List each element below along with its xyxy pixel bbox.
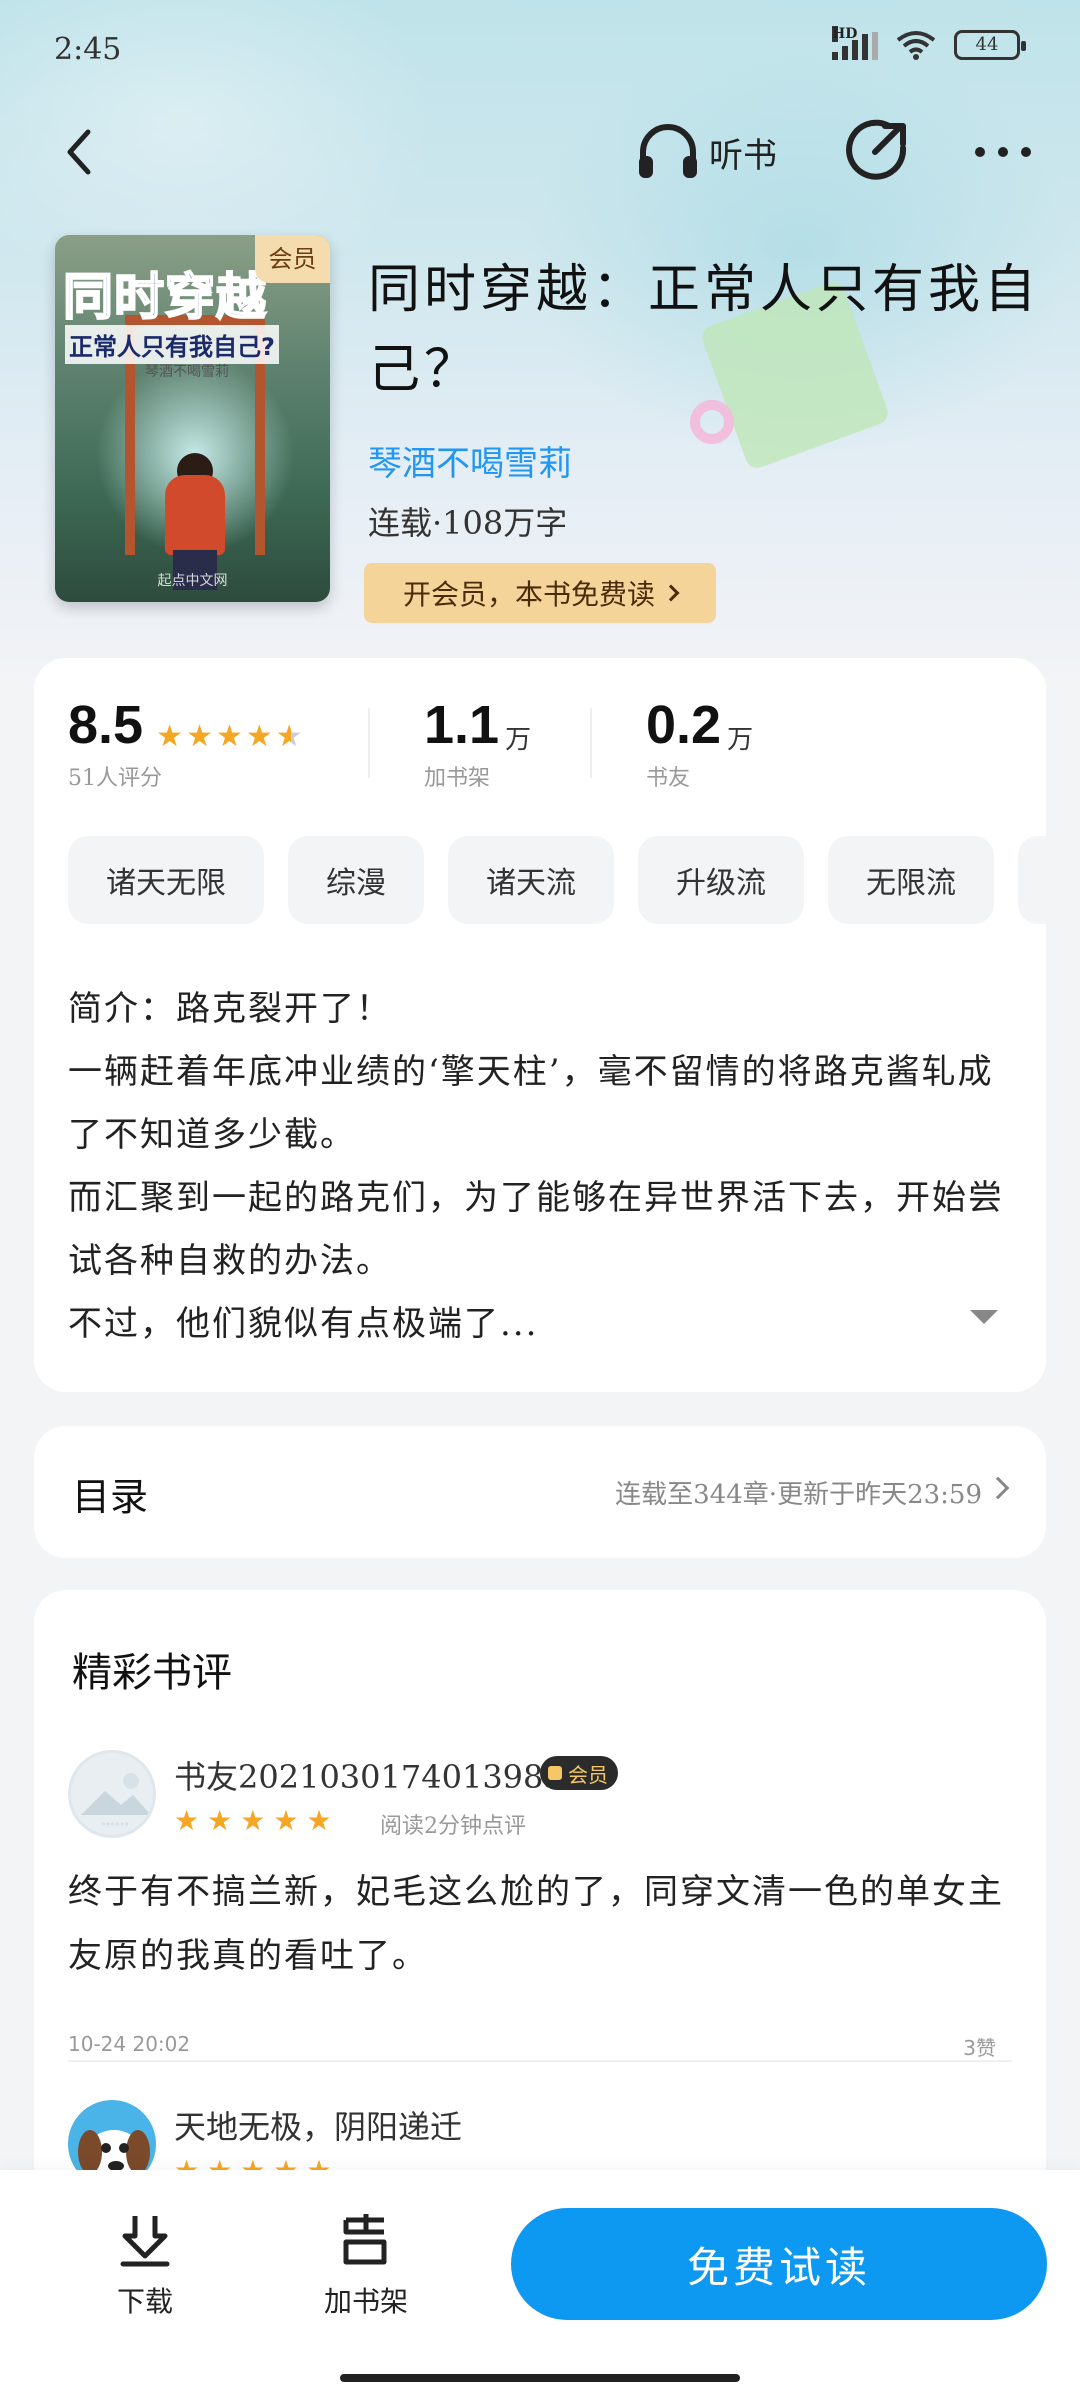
home-indicator[interactable] [340, 2374, 740, 2382]
cover-figure [165, 475, 225, 555]
review-read-time: 阅读2分钟点评 [380, 1814, 526, 1839]
reviewer-name[interactable]: 天地无极，阴阳递迁 [174, 2102, 462, 2148]
star-icon: ★ [156, 719, 184, 754]
tag-chip[interactable]: 无限流 [828, 836, 994, 924]
intro-line: 一辆赶着年底冲业绩的‘擎天柱’，毫不留情的将路克酱轧成了不知道多少截。 [68, 1052, 994, 1155]
stats-row: 8.5 ★ ★ ★ ★ ★ 51人评分 1.1 万 加书架 0.2 万 书友 [68, 694, 1008, 794]
fans-count: 0.2 [646, 695, 722, 755]
shelf-label: 加书架 [424, 766, 491, 791]
vip-free-read-button[interactable]: 开会员，本书免费读 [364, 563, 716, 623]
star-icon: ★ [273, 1804, 299, 1837]
shelf-unit: 万 [505, 725, 532, 755]
free-read-button[interactable]: 免费试读 [511, 2208, 1047, 2320]
status-time: 2:45 [54, 32, 122, 67]
default-avatar-icon: ◦◦◦◦◦◦ [81, 1773, 151, 1829]
intro-line: 简介：路克裂开了！ [68, 989, 392, 1029]
avatar[interactable]: ◦◦◦◦◦◦ [68, 1750, 156, 1838]
listen-label: 听书 [709, 135, 777, 176]
download-label: 下载 [116, 2285, 173, 2318]
add-shelf-button[interactable]: 加书架 [316, 2210, 416, 2330]
cover-subtitle: 正常人只有我自己? [65, 325, 279, 364]
star-icon: ★ [240, 1804, 266, 1837]
tag-chip[interactable]: 诸天无限 [68, 836, 264, 924]
like-count[interactable]: 3赞 [963, 2032, 996, 2061]
half-star-icon: ★ [275, 719, 303, 754]
book-intro[interactable]: 简介：路克裂开了！ 一辆赶着年底冲业绩的‘擎天柱’，毫不留情的将路克酱轧成了不知… [68, 978, 1018, 1356]
intro-line: 而汇聚到一起的路克们，为了能够在异世界活下去，开始尝试各种自救的办法。 [68, 1178, 1004, 1281]
divider [68, 2060, 1012, 2062]
star-icon: ★ [215, 719, 243, 754]
more-icon[interactable] [970, 122, 1036, 182]
tag-chip[interactable]: 诸天流 [448, 836, 614, 924]
reviewer-name[interactable]: 书友20210301740139831б [174, 1752, 603, 1798]
toc-update-info: 连载至344章·更新于昨天23:59 [615, 1480, 982, 1510]
star-icon: ★ [186, 719, 213, 754]
vip-badge: 会员 [255, 235, 330, 283]
rating-stars: ★ ★ ★ ★ ★ [156, 722, 303, 752]
chevron-right-icon [986, 1476, 1010, 1500]
book-title: 同时穿越：正常人只有我自己？ [368, 260, 1041, 400]
free-read-label: 免费试读 [686, 2242, 871, 2292]
reviews-title: 精彩书评 [72, 1650, 232, 1696]
status-icons: HD 44 [832, 26, 1026, 60]
top-bar: 听书 [0, 100, 1080, 200]
chevron-right-icon [662, 584, 680, 602]
listen-button[interactable]: 听书 [635, 122, 777, 182]
back-icon[interactable] [52, 122, 112, 182]
review-item[interactable]: ◦◦◦◦◦◦ 书友20210301740139831б 会员 ★ ★ ★ ★ ★… [68, 1750, 1012, 2060]
star-icon: ★ [174, 1804, 200, 1837]
star-icon: ★ [306, 1804, 332, 1837]
review-text: 终于有不搞兰新，妃毛这么尬的了，同穿文清一色的单女主友原的我真的看吐了。 [68, 1872, 1004, 1976]
review-date: 10-24 20:02 [68, 2032, 191, 2056]
tag-chip[interactable]: 升级流 [638, 836, 804, 924]
book-status: 连载·108万字 [368, 504, 568, 542]
review-stars: ★ ★ ★ ★ ★ [174, 1806, 332, 1836]
svg-text:◦◦◦◦◦◦: ◦◦◦◦◦◦ [101, 1820, 129, 1829]
book-info-card: 8.5 ★ ★ ★ ★ ★ 51人评分 1.1 万 加书架 0.2 万 书友 诸天无… [34, 658, 1046, 1392]
rating-label: 51人评分 [68, 766, 162, 791]
member-badge-label: 会员 [568, 1762, 608, 1787]
add-shelf-icon [343, 2214, 387, 2265]
network-type: HD [832, 26, 858, 42]
rating-stat[interactable]: 8.5 ★ ★ ★ ★ ★ 51人评分 [68, 694, 368, 794]
star-icon: ★ [207, 1804, 233, 1837]
fans-label: 书友 [646, 766, 691, 791]
cover-title: 同时穿越 [62, 267, 267, 327]
add-shelf-label: 加书架 [323, 2285, 408, 2318]
cover-author: 琴酒不喝雪莉 [145, 364, 229, 380]
star-icon: ★ [245, 719, 273, 754]
fans-stat[interactable]: 0.2 万 书友 [592, 694, 812, 794]
toc-card[interactable]: 目录 连载至344章·更新于昨天23:59 [34, 1426, 1046, 1558]
share-icon[interactable] [845, 118, 911, 184]
download-button[interactable]: 下载 [100, 2210, 190, 2330]
member-badge: 会员 [540, 1756, 618, 1790]
book-cover[interactable]: 同时穿越 正常人只有我自己? 琴酒不喝雪莉 起点中文网 会员 [55, 235, 330, 602]
vip-button-label: 开会员，本书免费读 [402, 578, 655, 611]
download-icon [120, 2216, 170, 2267]
wifi-icon [896, 31, 936, 60]
tag-chip-partial[interactable] [1018, 836, 1046, 924]
headphones-icon [639, 124, 697, 178]
expand-icon[interactable] [970, 1310, 998, 1324]
cover-publisher: 起点中文网 [157, 573, 228, 589]
tag-list: 诸天无限 综漫 诸天流 升级流 无限流 [68, 836, 1046, 928]
battery-icon: 44 [954, 30, 1026, 60]
shelf-count: 1.1 [424, 695, 500, 755]
intro-line: 不过，他们貌似有点极端了... [68, 1304, 539, 1344]
fans-unit: 万 [727, 725, 754, 755]
shelf-stat: 1.1 万 加书架 [370, 694, 590, 794]
toc-title: 目录 [72, 1475, 149, 1519]
status-bar: 2:45 HD 44 [0, 0, 1080, 100]
crown-icon [548, 1766, 562, 1780]
book-author[interactable]: 琴酒不喝雪莉 [368, 436, 572, 485]
bottom-action-bar: 下载 加书架 免费试读 [0, 2170, 1080, 2400]
rating-value: 8.5 [68, 695, 144, 755]
tag-chip[interactable]: 综漫 [288, 836, 424, 924]
signal-icon: HD [832, 26, 878, 60]
